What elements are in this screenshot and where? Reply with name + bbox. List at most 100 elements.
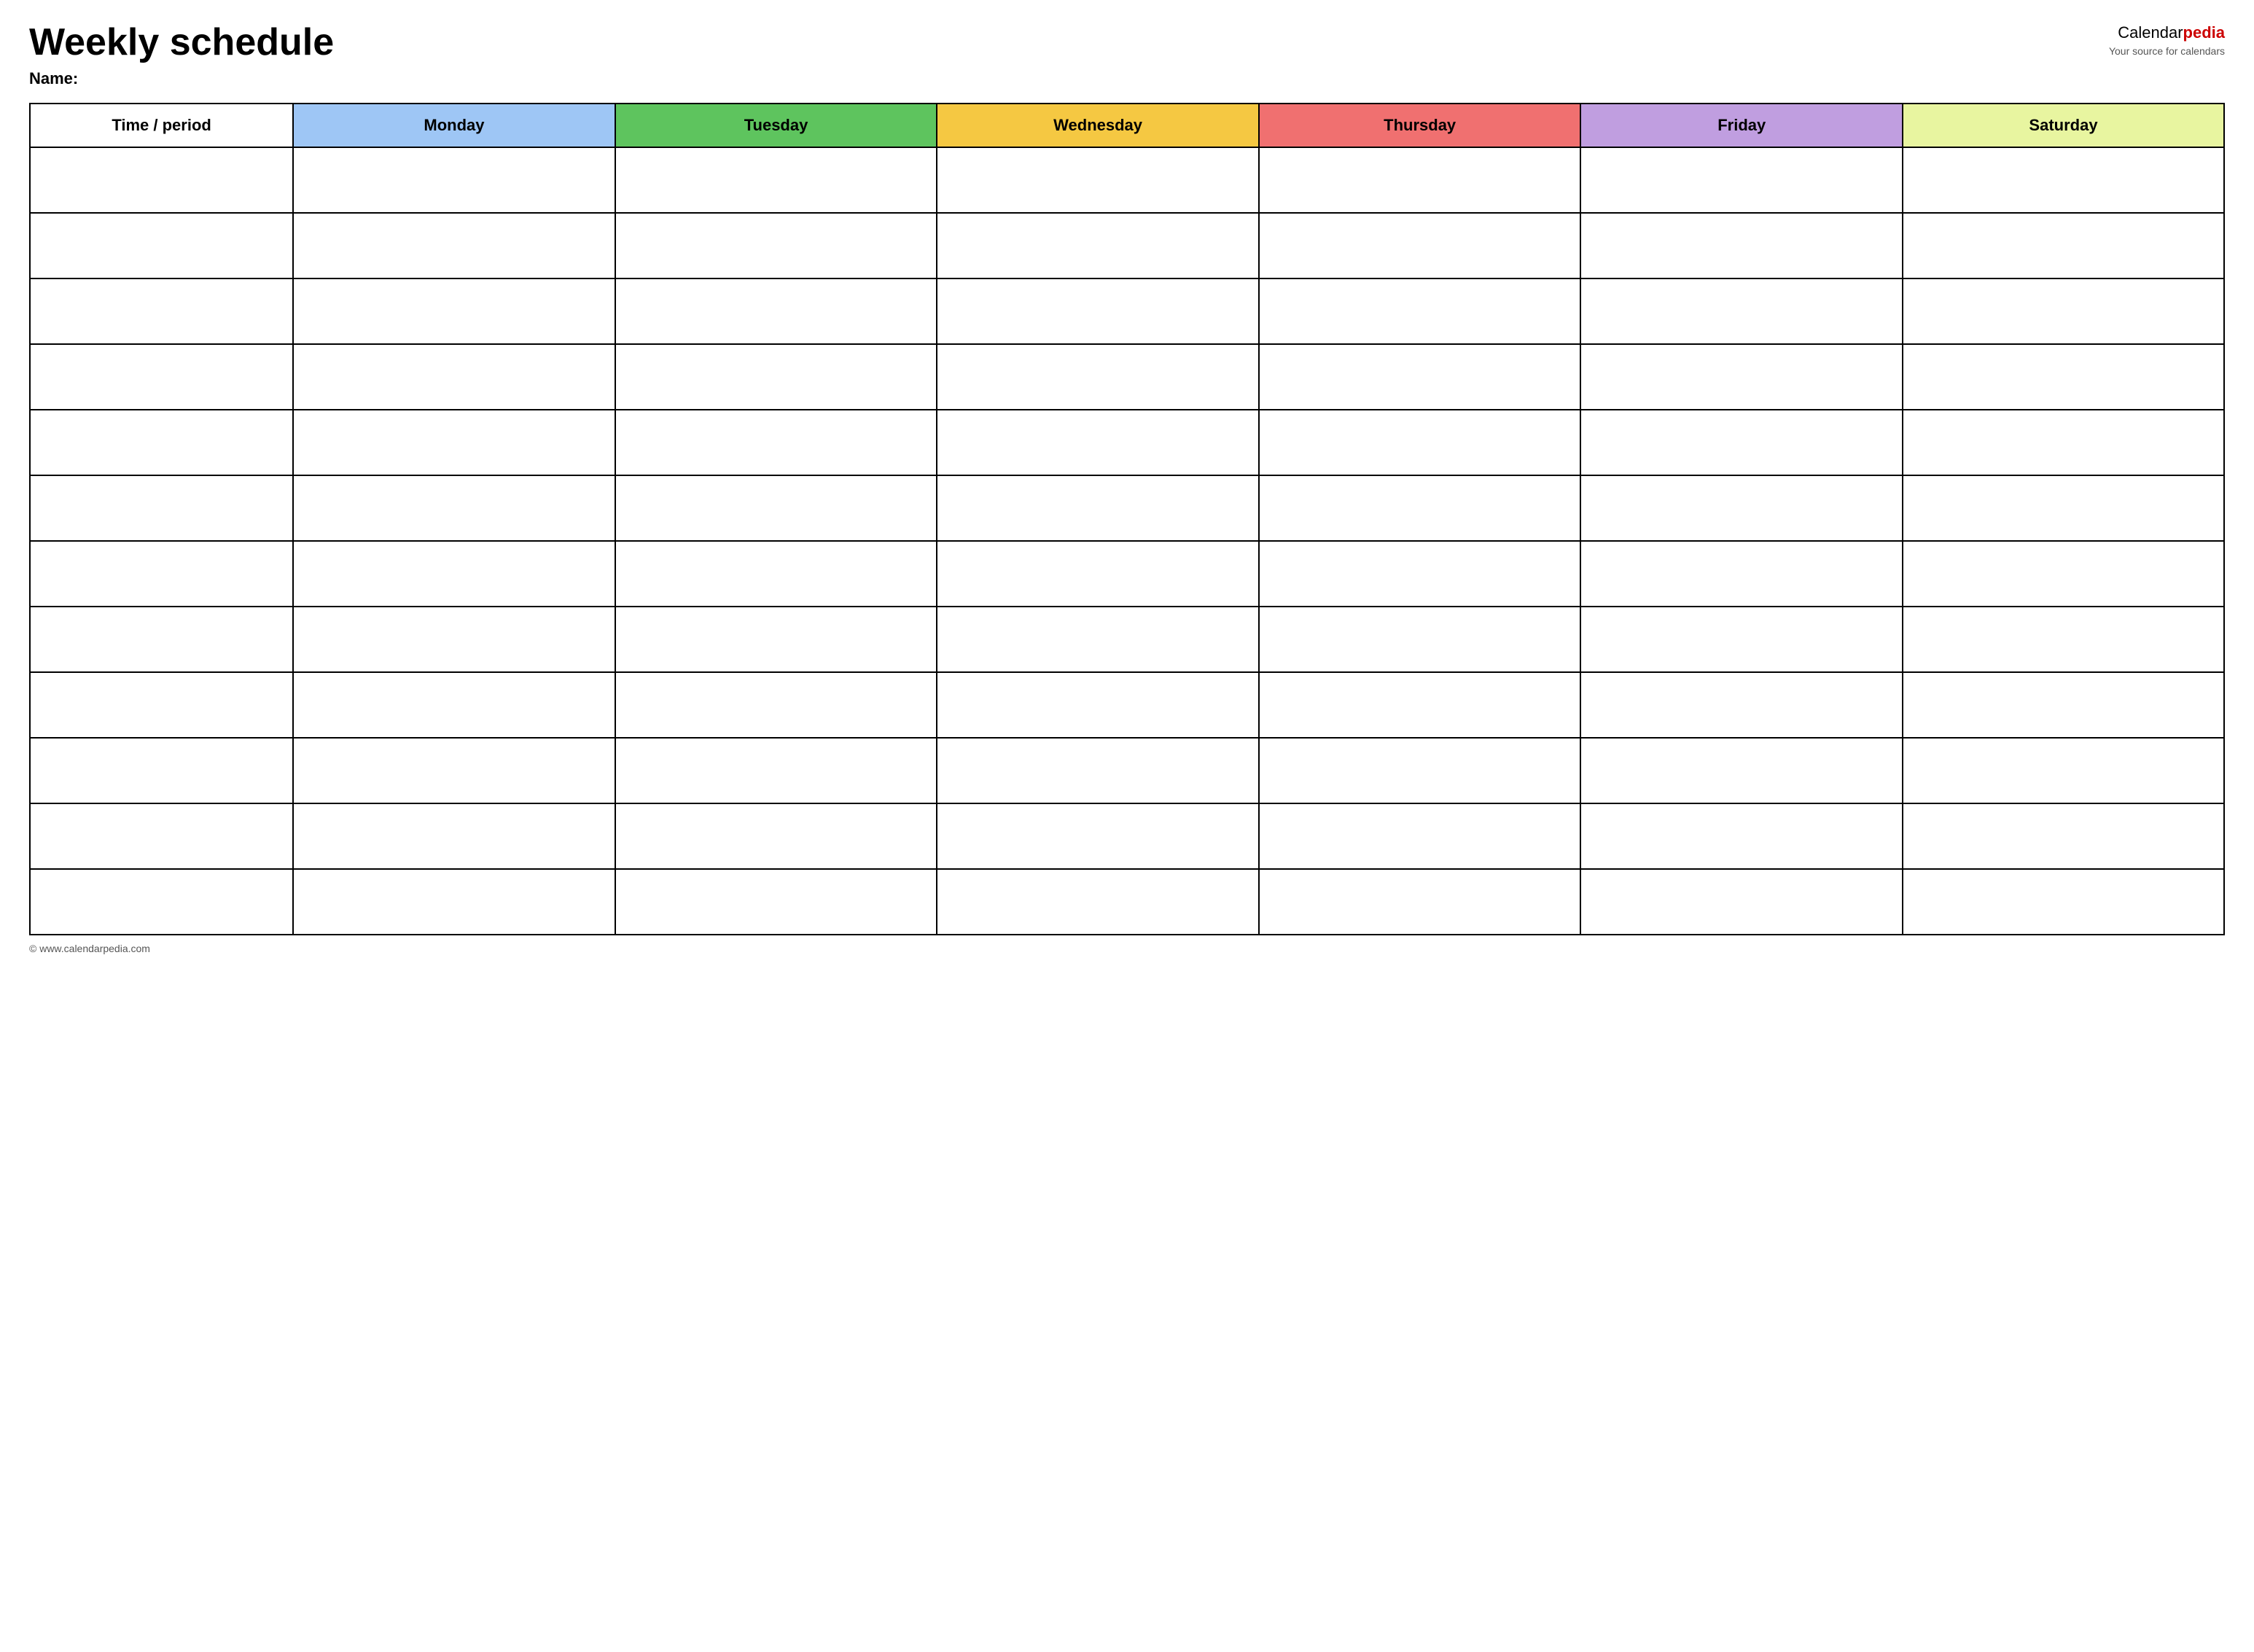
schedule-body — [30, 147, 2224, 935]
schedule-cell[interactable] — [937, 475, 1259, 541]
schedule-cell[interactable] — [1259, 475, 1581, 541]
time-cell[interactable] — [30, 410, 293, 475]
schedule-cell[interactable] — [615, 738, 937, 803]
schedule-cell[interactable] — [937, 869, 1259, 935]
time-cell[interactable] — [30, 278, 293, 344]
schedule-cell[interactable] — [937, 147, 1259, 213]
time-cell[interactable] — [30, 607, 293, 672]
schedule-cell[interactable] — [1580, 410, 1903, 475]
schedule-cell[interactable] — [615, 869, 937, 935]
schedule-cell[interactable] — [615, 410, 937, 475]
schedule-cell[interactable] — [1580, 475, 1903, 541]
schedule-cell[interactable] — [293, 410, 615, 475]
schedule-cell[interactable] — [1259, 213, 1581, 278]
schedule-cell[interactable] — [293, 475, 615, 541]
schedule-cell[interactable] — [1580, 278, 1903, 344]
schedule-cell[interactable] — [293, 213, 615, 278]
schedule-cell[interactable] — [615, 475, 937, 541]
schedule-cell[interactable] — [1580, 213, 1903, 278]
schedule-cell[interactable] — [1259, 410, 1581, 475]
schedule-cell[interactable] — [937, 672, 1259, 738]
schedule-cell[interactable] — [1259, 278, 1581, 344]
schedule-cell[interactable] — [1903, 475, 2224, 541]
table-row — [30, 541, 2224, 607]
schedule-cell[interactable] — [1259, 607, 1581, 672]
schedule-cell[interactable] — [615, 147, 937, 213]
schedule-cell[interactable] — [293, 541, 615, 607]
logo-tagline: Your source for calendars — [2109, 44, 2225, 59]
schedule-cell[interactable] — [937, 278, 1259, 344]
schedule-cell[interactable] — [1903, 344, 2224, 410]
table-row — [30, 410, 2224, 475]
schedule-cell[interactable] — [1259, 803, 1581, 869]
schedule-cell[interactable] — [1580, 738, 1903, 803]
schedule-cell[interactable] — [615, 803, 937, 869]
schedule-cell[interactable] — [1259, 869, 1581, 935]
schedule-cell[interactable] — [615, 672, 937, 738]
schedule-cell[interactable] — [937, 213, 1259, 278]
schedule-cell[interactable] — [293, 607, 615, 672]
table-row — [30, 344, 2224, 410]
schedule-cell[interactable] — [293, 803, 615, 869]
header-time: Time / period — [30, 104, 293, 147]
schedule-cell[interactable] — [615, 344, 937, 410]
time-cell[interactable] — [30, 541, 293, 607]
schedule-cell[interactable] — [1903, 672, 2224, 738]
schedule-cell[interactable] — [1903, 869, 2224, 935]
schedule-cell[interactable] — [1903, 803, 2224, 869]
footer: © www.calendarpedia.com — [29, 943, 2225, 954]
schedule-cell[interactable] — [615, 213, 937, 278]
schedule-cell[interactable] — [615, 541, 937, 607]
schedule-cell[interactable] — [1259, 541, 1581, 607]
schedule-cell[interactable] — [937, 410, 1259, 475]
schedule-cell[interactable] — [937, 803, 1259, 869]
schedule-cell[interactable] — [1580, 344, 1903, 410]
schedule-cell[interactable] — [1259, 738, 1581, 803]
title-area: Weekly schedule Name: — [29, 22, 334, 88]
schedule-cell[interactable] — [1903, 213, 2224, 278]
schedule-cell[interactable] — [293, 147, 615, 213]
time-cell[interactable] — [30, 147, 293, 213]
schedule-cell[interactable] — [937, 738, 1259, 803]
schedule-cell[interactable] — [1580, 541, 1903, 607]
schedule-cell[interactable] — [1903, 147, 2224, 213]
time-cell[interactable] — [30, 475, 293, 541]
schedule-cell[interactable] — [293, 344, 615, 410]
schedule-cell[interactable] — [293, 672, 615, 738]
table-row — [30, 475, 2224, 541]
schedule-cell[interactable] — [1903, 541, 2224, 607]
time-cell[interactable] — [30, 213, 293, 278]
schedule-cell[interactable] — [1259, 344, 1581, 410]
time-cell[interactable] — [30, 738, 293, 803]
header-row: Time / period Monday Tuesday Wednesday T… — [30, 104, 2224, 147]
schedule-cell[interactable] — [937, 344, 1259, 410]
schedule-cell[interactable] — [1580, 607, 1903, 672]
schedule-cell[interactable] — [1259, 147, 1581, 213]
schedule-cell[interactable] — [293, 869, 615, 935]
schedule-cell[interactable] — [1903, 607, 2224, 672]
table-row — [30, 213, 2224, 278]
table-row — [30, 607, 2224, 672]
table-row — [30, 147, 2224, 213]
header-saturday: Saturday — [1903, 104, 2224, 147]
header-thursday: Thursday — [1259, 104, 1581, 147]
schedule-cell[interactable] — [1580, 672, 1903, 738]
time-cell[interactable] — [30, 803, 293, 869]
schedule-cell[interactable] — [293, 278, 615, 344]
time-cell[interactable] — [30, 672, 293, 738]
schedule-cell[interactable] — [1580, 869, 1903, 935]
schedule-cell[interactable] — [1903, 738, 2224, 803]
schedule-cell[interactable] — [293, 738, 615, 803]
schedule-cell[interactable] — [1580, 147, 1903, 213]
schedule-cell[interactable] — [1259, 672, 1581, 738]
time-cell[interactable] — [30, 344, 293, 410]
schedule-cell[interactable] — [1903, 278, 2224, 344]
schedule-cell[interactable] — [1903, 410, 2224, 475]
schedule-cell[interactable] — [1580, 803, 1903, 869]
schedule-cell[interactable] — [937, 541, 1259, 607]
schedule-cell[interactable] — [615, 278, 937, 344]
schedule-cell[interactable] — [937, 607, 1259, 672]
time-cell[interactable] — [30, 869, 293, 935]
schedule-cell[interactable] — [615, 607, 937, 672]
table-row — [30, 803, 2224, 869]
